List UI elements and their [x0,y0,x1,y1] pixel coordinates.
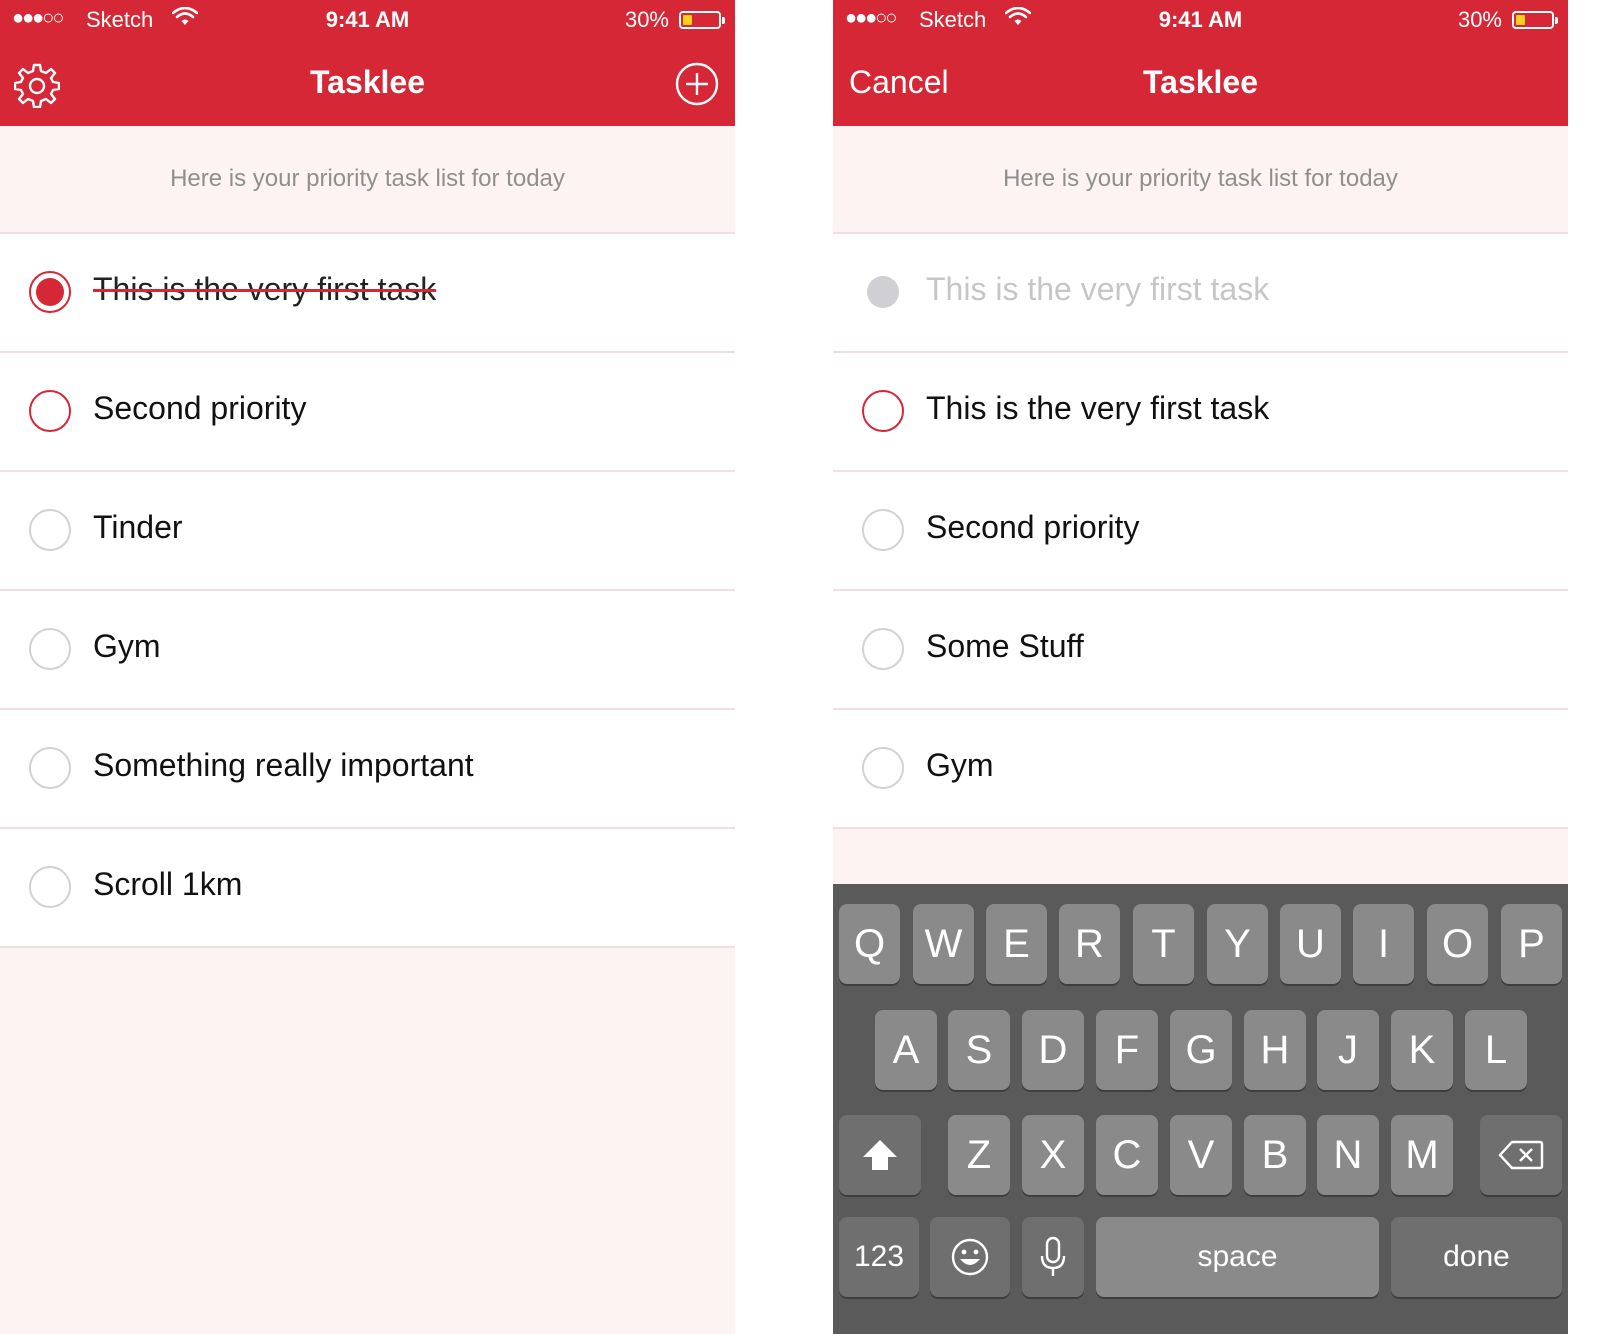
task-row[interactable]: Some Stuff [833,589,1568,708]
key-p[interactable]: P [1501,904,1562,984]
task-list-screen: ●●●○○ Sketch 9:41 AM 30% Tasklee Here is… [0,0,735,1334]
dictation-key[interactable] [1022,1217,1084,1297]
key-s[interactable]: S [948,1010,1010,1090]
task-row[interactable]: Gym [0,589,735,708]
key-m[interactable]: M [1391,1115,1453,1195]
task-label: Gym [93,628,161,664]
battery-percent: 30% [624,7,669,32]
task-checkbox-checked[interactable] [29,271,71,313]
task-checkbox[interactable] [862,509,904,551]
task-row[interactable]: Second priority [0,351,735,470]
key-w[interactable]: W [913,904,974,984]
task-checkbox[interactable] [862,628,904,670]
key-o[interactable]: O [1427,904,1488,984]
app-title: Tasklee [1142,64,1259,100]
key-j[interactable]: J [1317,1010,1379,1090]
task-reorder-screen: ●●●○○ Sketch 9:41 AM 30% Cancel Tasklee … [833,0,1568,1334]
task-checkbox[interactable] [29,747,71,789]
task-row[interactable]: This is the very first task [0,232,735,351]
nav-header: ●●●○○ Sketch 9:41 AM 30% Cancel Tasklee [833,0,1568,126]
task-label: Something really important [93,747,474,783]
task-checkbox[interactable] [29,390,71,432]
key-x[interactable]: X [1022,1115,1084,1195]
key-f[interactable]: F [1096,1010,1158,1090]
app-title: Tasklee [309,64,426,100]
task-checkbox-placeholder [862,271,904,313]
key-l[interactable]: L [1465,1010,1527,1090]
task-checkbox[interactable] [29,866,71,908]
task-list: This is the very first task Second prior… [0,232,735,948]
task-row[interactable]: Scroll 1km [0,827,735,946]
task-checkbox[interactable] [29,509,71,551]
key-h[interactable]: H [1244,1010,1306,1090]
space-key[interactable]: space [1096,1217,1379,1297]
key-q[interactable]: Q [839,904,900,984]
task-list: This is the very first task This is the … [833,232,1568,829]
emoji-key[interactable] [930,1217,1010,1297]
key-e[interactable]: E [986,904,1047,984]
key-d[interactable]: D [1022,1010,1084,1090]
shift-icon [863,1140,897,1170]
status-bar: ●●●○○ Sketch 9:41 AM 30% [0,0,735,40]
list-divider [833,827,1568,829]
key-u[interactable]: U [1280,904,1341,984]
task-label: Second priority [93,390,307,426]
task-row[interactable]: Second priority [833,470,1568,589]
key-a[interactable]: A [875,1010,937,1090]
task-checkbox[interactable] [862,390,904,432]
task-checkbox[interactable] [862,747,904,789]
key-n[interactable]: N [1317,1115,1379,1195]
task-label: Second priority [926,509,1140,545]
done-key[interactable]: done [1391,1217,1562,1297]
key-b[interactable]: B [1244,1115,1306,1195]
microphone-icon [1040,1236,1066,1276]
key-g[interactable]: G [1170,1010,1232,1090]
emoji-icon [951,1238,989,1276]
numbers-key[interactable]: 123 [839,1217,919,1297]
battery-icon [679,11,725,29]
nav-header: ●●●○○ Sketch 9:41 AM 30% Tasklee [0,0,735,126]
key-c[interactable]: C [1096,1115,1158,1195]
list-divider [0,946,735,948]
battery-percent: 30% [1457,7,1502,32]
key-y[interactable]: Y [1207,904,1268,984]
key-i[interactable]: I [1353,904,1414,984]
task-row[interactable]: Tinder [0,470,735,589]
plus-circle-icon[interactable] [675,62,719,106]
task-label: Scroll 1km [93,866,243,902]
key-t[interactable]: T [1133,904,1194,984]
key-v[interactable]: V [1170,1115,1232,1195]
task-label: This is the very first task [926,390,1270,426]
key-k[interactable]: K [1391,1010,1453,1090]
task-label: Tinder [93,509,183,545]
key-r[interactable]: R [1059,904,1120,984]
battery-icon [1512,11,1558,29]
task-row-placeholder: This is the very first task [833,232,1568,351]
task-checkbox[interactable] [29,628,71,670]
shift-key[interactable] [839,1115,921,1195]
backspace-icon [1498,1140,1544,1170]
list-subtitle: Here is your priority task list for toda… [1003,165,1398,192]
task-row[interactable]: Something really important [0,708,735,827]
key-z[interactable]: Z [948,1115,1010,1195]
task-label: Some Stuff [926,628,1084,664]
backspace-key[interactable] [1480,1115,1562,1195]
keyboard: Q W E R T Y U I O P A S D F G H J K L Z … [833,884,1568,1334]
task-label: This is the very first task [926,271,1270,307]
task-row[interactable]: Gym [833,708,1568,827]
task-label: Gym [926,747,994,783]
status-bar: ●●●○○ Sketch 9:41 AM 30% [833,0,1568,40]
task-label: This is the very first task [93,271,437,307]
task-row[interactable]: This is the very first task [833,351,1568,470]
list-subtitle: Here is your priority task list for toda… [170,165,565,192]
